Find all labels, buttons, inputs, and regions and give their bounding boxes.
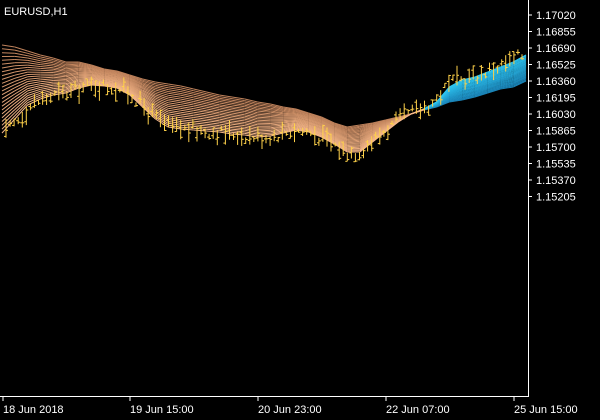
price-tick-label: 1.15205 — [536, 192, 576, 204]
ma-ribbon-segment — [283, 114, 297, 116]
price-tick-label: 1.15370 — [536, 175, 576, 187]
price-tick-label: 1.16525 — [536, 60, 576, 72]
ma-ribbon-segment — [270, 122, 284, 124]
ma-ribbon-segment — [53, 78, 66, 80]
price-tick-label: 1.16690 — [536, 43, 576, 55]
ma-ribbon-segment — [257, 131, 271, 133]
ma-ribbon-segment — [347, 144, 360, 146]
ma-ribbon-segment — [347, 143, 360, 145]
ma-ribbon-segment — [283, 113, 297, 115]
price-chart[interactable]: EURUSD,H1 1.17020 1.16855 1.16690 1.16525 1.… — [0, 0, 600, 420]
ma-ribbon-segment — [78, 71, 92, 74]
ma-ribbon-segment — [1, 52, 15, 54]
price-tick-label: 1.16360 — [536, 76, 576, 88]
price-tick-label: 1.15535 — [536, 159, 576, 171]
price-tick-label: 1.15865 — [536, 126, 576, 138]
ma-ribbon-segment — [347, 145, 360, 148]
ma-ribbon-segment — [65, 64, 79, 67]
ma-ribbon-segment — [257, 118, 271, 120]
symbol-label: EURUSD,H1 — [4, 6, 68, 18]
price-tick-label: 1.16855 — [536, 27, 576, 39]
price-tick-label: 1.15700 — [536, 142, 576, 154]
ma-ribbon-segment — [257, 129, 271, 132]
price-tick-label: 1.16030 — [536, 109, 576, 121]
ma-ribbon-segment — [283, 119, 297, 122]
ma-ribbon-segment — [40, 76, 54, 79]
time-tick-label: 20 Jun 23:00 — [258, 404, 322, 416]
time-tick-label: 25 Jun 15:00 — [514, 404, 578, 416]
time-tick-label: 22 Jun 07:00 — [386, 404, 450, 416]
ma-ribbon-segment — [53, 85, 66, 88]
ma-ribbon-segment — [14, 64, 28, 67]
price-tick-label: 1.16195 — [536, 93, 576, 105]
ma-ribbon-segment — [347, 142, 360, 144]
time-tick-label: 18 Jun 2018 — [3, 404, 64, 416]
ma-ribbon-segment — [270, 116, 284, 118]
price-tick-label: 1.17020 — [536, 10, 576, 22]
ma-ribbon-segment — [27, 69, 41, 71]
ma-ribbon-segment — [40, 69, 54, 72]
time-tick-label: 19 Jun 15:00 — [130, 404, 194, 416]
ma-ribbon-segment — [257, 116, 271, 119]
